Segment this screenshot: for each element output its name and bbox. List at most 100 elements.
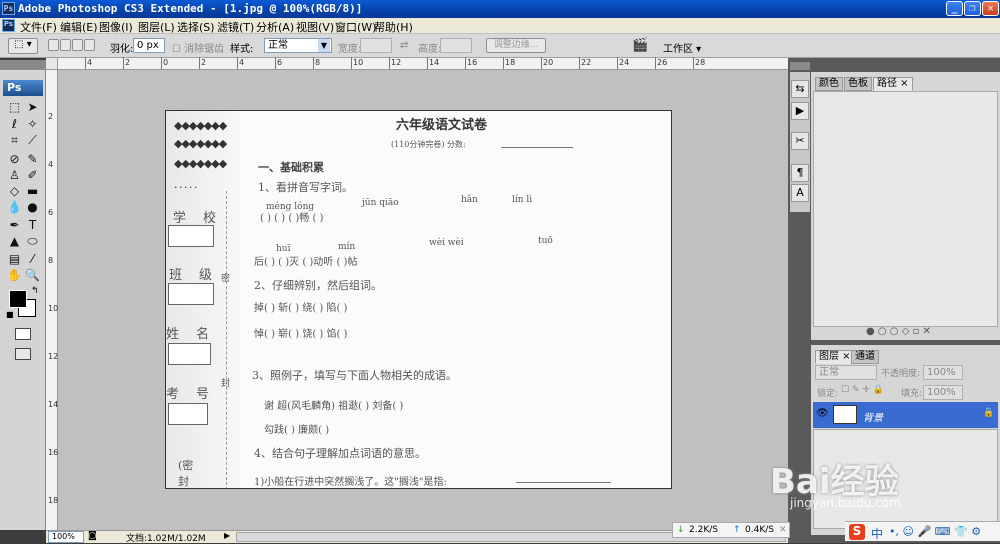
refine-edge-button[interactable]: 调整边缘...: [486, 38, 546, 53]
ruler-number: 2: [48, 112, 54, 121]
dodge-tool-icon[interactable]: ●: [25, 200, 40, 215]
feather-input[interactable]: 0 px: [133, 38, 165, 53]
slice-tool-icon[interactable]: ⟋: [25, 133, 40, 148]
menu-help[interactable]: 帮助(H): [374, 19, 413, 35]
menu-layer[interactable]: 图层(L): [138, 19, 175, 35]
tab-paths[interactable]: 路径 ×: [873, 77, 913, 91]
brush-tool-icon[interactable]: ✎: [25, 152, 40, 167]
clone-stamp-icon[interactable]: ♙: [7, 168, 22, 183]
lock-icons[interactable]: ☐ ✎ ✛ 🔒: [841, 385, 884, 395]
menu-select[interactable]: 选择(S): [177, 19, 215, 35]
subtract-selection-icon[interactable]: [72, 39, 83, 51]
swap-icon[interactable]: ⇄: [400, 40, 408, 51]
character-icon[interactable]: A: [791, 184, 809, 202]
tab-swatches[interactable]: 色板: [844, 77, 872, 91]
ps-logo[interactable]: Ps: [3, 80, 43, 96]
ime-icons[interactable]: •, ☺ 🎤 ⌨ 👕 ⚙: [889, 525, 981, 538]
pen-tool-icon[interactable]: ✒: [7, 218, 22, 233]
menu-image[interactable]: 图像(I): [99, 19, 133, 35]
zoom-tool-icon[interactable]: 🔍: [25, 268, 40, 283]
fill-input[interactable]: 100%: [923, 385, 963, 400]
tab-layers[interactable]: 图层 ×: [815, 350, 855, 364]
actions-icon[interactable]: ▶: [791, 102, 809, 120]
status-icon[interactable]: ◙: [88, 531, 97, 541]
menu-filter[interactable]: 滤镜(T): [217, 19, 254, 35]
screen-mode-icon[interactable]: [15, 348, 31, 360]
download-icon: ↓: [677, 525, 685, 535]
magic-wand-icon[interactable]: ✧: [25, 117, 40, 132]
paragraph-icon[interactable]: ¶: [791, 164, 809, 182]
default-colors-icon[interactable]: ■: [6, 310, 14, 319]
toolbox-header[interactable]: [0, 60, 46, 70]
width-input[interactable]: [360, 38, 392, 53]
toolbox: Ps ⬚ ➤ ℓ ✧ ⌗ ⟋ ⊘ ✎ ♙ ✐ ◇ ▬ 💧 ● ✒ T ▲ ⬭ ▤…: [0, 70, 46, 530]
tab-color[interactable]: 颜色: [815, 77, 843, 91]
bridge-icon[interactable]: 🎬: [632, 38, 648, 53]
eye-icon[interactable]: 👁: [816, 408, 829, 419]
quick-mask-icon[interactable]: [15, 328, 31, 340]
workspace-button[interactable]: 工作区 ▾: [663, 40, 701, 55]
tool-presets-icon[interactable]: ✂: [791, 132, 809, 150]
tab-channels[interactable]: 通道: [851, 350, 879, 364]
add-selection-icon[interactable]: [60, 39, 71, 51]
paths-list[interactable]: [813, 91, 998, 327]
height-input[interactable]: [440, 38, 472, 53]
layer-name[interactable]: 背景: [863, 409, 883, 424]
path-selection-icon[interactable]: ▲: [7, 234, 22, 249]
blend-mode-select[interactable]: 正常: [815, 365, 877, 380]
lasso-tool-icon[interactable]: ℓ: [7, 117, 22, 132]
menu-edit[interactable]: 编辑(E): [60, 19, 98, 35]
healing-brush-icon[interactable]: ⊘: [7, 152, 22, 167]
minimize-button[interactable]: _: [946, 1, 963, 16]
seal-line: [226, 191, 227, 488]
crop-tool-icon[interactable]: ⌗: [7, 133, 22, 148]
network-speed-widget: ↓ 2.2K/S ↑ 0.4K/S ✕: [672, 522, 790, 538]
eraser-tool-icon[interactable]: ◇: [7, 184, 22, 199]
gradient-tool-icon[interactable]: ▬: [25, 184, 40, 199]
close-button[interactable]: ✕: [982, 1, 999, 16]
intersect-selection-icon[interactable]: [84, 39, 95, 51]
menu-window[interactable]: 窗口(W): [335, 19, 376, 35]
opacity-input[interactable]: 100%: [923, 365, 963, 380]
upload-speed: 0.4K/S: [745, 525, 774, 535]
status-menu-arrow[interactable]: ▶: [224, 531, 230, 540]
ruler-tick: [541, 57, 542, 69]
exam-number-box: [168, 403, 208, 425]
horizontal-ruler[interactable]: 4 2 0 2 4 6 8 10 12 14 16 18 20 22 24 26 28: [58, 57, 788, 70]
notes-tool-icon[interactable]: ▤: [7, 252, 22, 267]
close-icon[interactable]: ✕: [779, 525, 787, 535]
menu-analysis[interactable]: 分析(A): [256, 19, 294, 35]
blur-tool-icon[interactable]: 💧: [7, 200, 22, 215]
zoom-field[interactable]: 100%: [48, 531, 84, 543]
history-brush-icon[interactable]: ✐: [25, 168, 40, 183]
hand-tool-icon[interactable]: ✋: [7, 268, 22, 283]
type-tool-icon[interactable]: T: [25, 218, 40, 233]
perforation-row: · · · · ·: [174, 181, 198, 194]
marquee-tool-icon[interactable]: ⬚: [7, 100, 22, 115]
ruler-number: 10: [48, 304, 59, 313]
answer-line: [516, 482, 611, 483]
restore-button[interactable]: ❐: [964, 1, 981, 16]
document-image[interactable]: ◆◆◆◆◆◆◆ ◆◆◆◆◆◆◆ ◆◆◆◆◆◆◆ · · · · · 学 校 班 …: [165, 110, 672, 489]
antialias-checkbox[interactable]: ☐ 消除锯齿: [172, 40, 224, 55]
navigator-icon[interactable]: ⇆: [791, 80, 809, 98]
ruler-corner[interactable]: [46, 58, 58, 70]
ime-mode[interactable]: 中: [871, 525, 883, 542]
foreground-color-swatch[interactable]: [9, 290, 27, 308]
eyedropper-icon[interactable]: ⁄: [25, 252, 40, 267]
paths-footer-icons[interactable]: ● ○ ○ ◇ ▫ ✕: [866, 326, 931, 337]
vertical-ruler[interactable]: 2 4 6 8 10 12 14 16 18: [46, 70, 58, 530]
marquee-tool-preset[interactable]: ⬚ ▾: [8, 38, 38, 54]
sogou-icon[interactable]: S: [849, 524, 865, 540]
menu-view[interactable]: 视图(V): [296, 19, 334, 35]
side-label: 校: [203, 211, 217, 226]
swap-colors-icon[interactable]: ↰: [31, 286, 39, 296]
layer-row-background[interactable]: 👁 背景 🔒: [813, 402, 998, 428]
shape-tool-icon[interactable]: ⬭: [25, 234, 40, 249]
mini-dock-header[interactable]: [790, 62, 810, 70]
new-selection-icon[interactable]: [48, 39, 59, 51]
ruler-number: 18: [48, 496, 59, 505]
move-tool-icon[interactable]: ➤: [25, 100, 40, 115]
style-select[interactable]: 正常 ▼: [264, 38, 332, 53]
menu-file[interactable]: 文件(F): [20, 19, 57, 35]
